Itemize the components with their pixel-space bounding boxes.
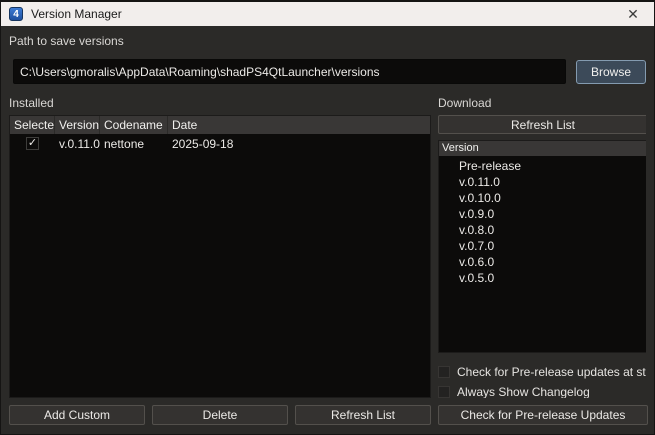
column-header-selected[interactable]: Selected (10, 116, 55, 134)
version-list-header[interactable]: Version (439, 141, 646, 156)
prerelease-checkbox-row[interactable]: Check for Pre-release updates at startup (438, 365, 646, 378)
list-item[interactable]: v.0.6.0 (459, 254, 646, 270)
refresh-list-button[interactable]: Refresh List (295, 405, 431, 425)
window-title: Version Manager (31, 7, 122, 21)
installed-section: Installed Selected Version Codename Date… (9, 96, 431, 398)
changelog-checkbox-row[interactable]: Always Show Changelog (438, 385, 646, 398)
path-input[interactable] (13, 59, 566, 84)
footer-buttons: Add Custom Delete Refresh List Check for… (9, 405, 646, 425)
dialog-content: Path to save versions Browse Installed S… (1, 26, 654, 434)
column-header-version[interactable]: Version (55, 116, 100, 134)
close-button[interactable]: ✕ (622, 3, 644, 25)
download-version-panel: Version Pre-release v.0.11.0 v.0.10.0 v.… (438, 140, 646, 353)
shadps4-app-icon: 4 (9, 7, 23, 21)
download-section: Download Refresh List Version Pre-releas… (438, 96, 646, 398)
changelog-checkbox-label: Always Show Changelog (457, 385, 590, 399)
list-item[interactable]: v.0.11.0 (459, 174, 646, 190)
download-label: Download (438, 96, 646, 111)
table-row[interactable]: ✓ v.0.11.0 nettone 2025-09-18 (10, 134, 430, 153)
list-item[interactable]: v.0.5.0 (459, 270, 646, 286)
list-item[interactable]: v.0.9.0 (459, 206, 646, 222)
download-refresh-list-button[interactable]: Refresh List (438, 115, 646, 134)
list-item[interactable]: v.0.8.0 (459, 222, 646, 238)
list-item[interactable]: v.0.10.0 (459, 190, 646, 206)
path-label: Path to save versions (9, 34, 646, 49)
selected-checkbox[interactable]: ✓ (26, 137, 39, 150)
delete-button[interactable]: Delete (152, 405, 288, 425)
selected-cell: ✓ (10, 137, 55, 150)
main-area: Installed Selected Version Codename Date… (9, 96, 646, 398)
installed-table-header: Selected Version Codename Date (10, 116, 430, 134)
version-list: Pre-release v.0.11.0 v.0.10.0 v.0.9.0 v.… (439, 156, 646, 352)
check-prerelease-updates-button[interactable]: Check for Pre-release Updates (438, 405, 648, 425)
add-custom-button[interactable]: Add Custom (9, 405, 145, 425)
browse-button[interactable]: Browse (576, 60, 646, 84)
prerelease-updates-checkbox[interactable] (438, 366, 450, 378)
installed-table: Selected Version Codename Date ✓ v.0.11.… (9, 115, 431, 398)
path-row: Browse (9, 59, 646, 84)
prerelease-checkbox-label: Check for Pre-release updates at startup (457, 365, 646, 379)
version-cell: v.0.11.0 (55, 137, 100, 151)
date-cell: 2025-09-18 (168, 137, 430, 151)
title-bar: 4 Version Manager ✕ (1, 2, 654, 26)
column-header-date[interactable]: Date (168, 116, 430, 134)
close-icon: ✕ (627, 7, 639, 21)
installed-label: Installed (9, 96, 431, 111)
list-item[interactable]: Pre-release (459, 158, 646, 174)
version-manager-window: 4 Version Manager ✕ Path to save version… (0, 0, 655, 435)
codename-cell: nettone (100, 137, 168, 151)
list-item[interactable]: v.0.7.0 (459, 238, 646, 254)
always-show-changelog-checkbox[interactable] (438, 386, 450, 398)
column-header-codename[interactable]: Codename (100, 116, 168, 134)
